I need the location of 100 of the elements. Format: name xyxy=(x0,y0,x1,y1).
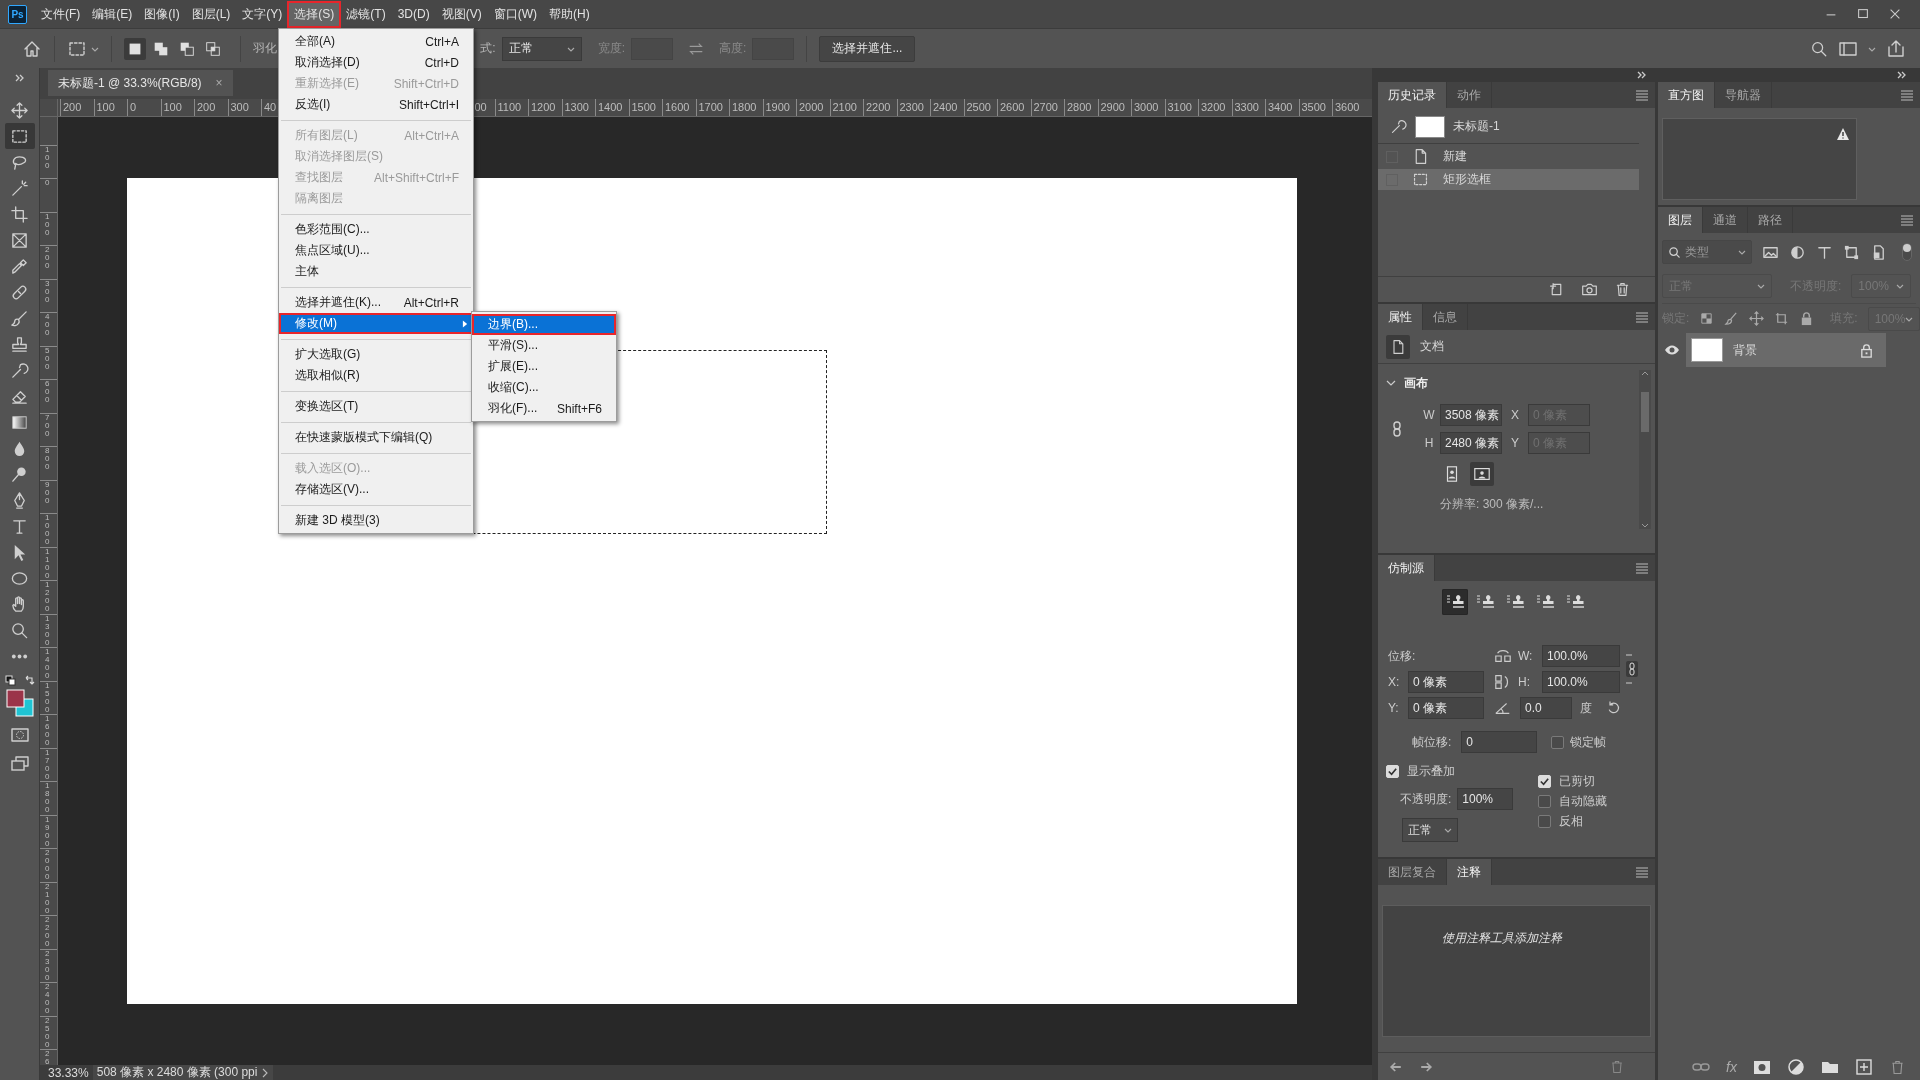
marquee-icon[interactable] xyxy=(4,123,35,149)
checkbox[interactable] xyxy=(1538,815,1551,828)
filter-toggle[interactable] xyxy=(1902,243,1912,261)
landscape-icon[interactable] xyxy=(1470,462,1494,486)
panel-tab[interactable]: 信息 xyxy=(1423,304,1468,330)
menu-bar-item[interactable]: 帮助(H) xyxy=(544,2,595,26)
new-selection-icon[interactable] xyxy=(124,37,146,60)
menu-bar-item[interactable]: 图像(I) xyxy=(139,2,185,26)
swap-colors-icon[interactable] xyxy=(23,675,35,686)
panel-tab[interactable]: 仿制源 xyxy=(1378,555,1435,581)
flip-horizontal-icon[interactable] xyxy=(1494,647,1512,665)
history-step[interactable]: 新建 xyxy=(1378,146,1639,167)
panel-menu-icon[interactable] xyxy=(1900,213,1914,227)
scale-height-field[interactable]: 100.0% xyxy=(1542,671,1620,693)
adjustment-filter-icon[interactable] xyxy=(1789,243,1806,261)
panel-menu-icon[interactable] xyxy=(1900,88,1914,102)
menu-item[interactable]: 新建 3D 模型(3) xyxy=(279,510,473,531)
move-icon[interactable] xyxy=(1749,311,1765,326)
panel-tab[interactable]: 动作 xyxy=(1447,82,1492,108)
close-icon[interactable] xyxy=(1888,7,1902,21)
collapse-icon[interactable] xyxy=(1637,70,1647,80)
panel-tab[interactable]: 导航器 xyxy=(1715,82,1772,108)
shape-filter-icon[interactable] xyxy=(1843,243,1860,261)
lock-pixels-icon[interactable] xyxy=(1699,311,1715,326)
menu-bar-item[interactable]: 文字(Y) xyxy=(237,2,288,26)
scrollbar[interactable] xyxy=(1639,370,1651,529)
menu-item[interactable]: 收缩(C)... xyxy=(472,377,616,398)
menu-item[interactable]: 平滑(S)... xyxy=(472,335,616,356)
select-and-mask-button[interactable]: 选择并遮住... xyxy=(819,35,916,62)
menu-bar-item[interactable]: 选择(S) xyxy=(289,2,340,26)
menu-item[interactable]: 羽化(F)... Shift+F6 xyxy=(472,398,616,419)
menu-bar-item[interactable]: 窗口(W) xyxy=(488,2,542,26)
collapse-icon[interactable] xyxy=(14,73,25,83)
menu-item[interactable]: 选取相似(R) xyxy=(279,365,473,386)
share-icon[interactable] xyxy=(1886,38,1906,59)
menu-bar-item[interactable]: 视图(V) xyxy=(436,2,487,26)
menu-item[interactable]: 扩展(E)... xyxy=(472,356,616,377)
menu-bar-item[interactable]: 图层(L) xyxy=(186,2,236,26)
app-logo[interactable]: Ps xyxy=(8,4,27,24)
chevron-icon[interactable] xyxy=(1386,378,1396,388)
checkbox[interactable] xyxy=(1551,735,1565,749)
opacity-field[interactable]: 100% xyxy=(1457,788,1514,810)
panel-tab[interactable]: 图层 xyxy=(1658,207,1703,233)
snapshot-label[interactable]: 未标题-1 xyxy=(1453,118,1500,135)
menu-bar-item[interactable]: 编辑(E) xyxy=(87,2,138,26)
panel-menu-icon[interactable] xyxy=(1635,561,1649,575)
history-brush-icon[interactable] xyxy=(1390,118,1407,135)
layer-row[interactable]: 背景 xyxy=(1686,333,1886,367)
checkbox[interactable] xyxy=(1538,795,1551,808)
panel-tab[interactable]: 路径 xyxy=(1748,207,1793,233)
document-info[interactable]: 508 像素 x 2480 像素 (300 ppi xyxy=(92,1065,274,1080)
canvas-size-field[interactable]: 2480 像素 xyxy=(1440,432,1502,454)
menu-item[interactable]: 主体 xyxy=(279,261,473,282)
camera-icon[interactable] xyxy=(1581,281,1598,298)
offset-y-field[interactable]: 0 像素 xyxy=(1408,697,1484,719)
menu-item[interactable]: 在快速蒙版模式下编辑(Q) xyxy=(279,427,473,448)
menu-item[interactable]: 选择并遮住(K)... Alt+Ctrl+R xyxy=(279,292,473,313)
blend-mode-dropdown[interactable]: 正常 xyxy=(1402,818,1458,842)
trash-icon[interactable] xyxy=(1889,1058,1906,1076)
warning-icon[interactable] xyxy=(1836,127,1850,141)
link-icon[interactable] xyxy=(1624,653,1640,685)
adjustment-layer-icon[interactable] xyxy=(1787,1058,1805,1076)
style-dropdown[interactable]: 正常 xyxy=(501,36,582,61)
menu-item[interactable]: 边界(B)... xyxy=(472,314,616,335)
menu-item[interactable]: 焦点区域(U)... xyxy=(279,240,473,261)
menu-bar-item[interactable]: 滤镜(T) xyxy=(341,2,391,26)
quick-mask-icon[interactable] xyxy=(9,725,30,745)
screen-mode-icon[interactable] xyxy=(9,753,30,773)
section-title[interactable]: 画布 xyxy=(1404,374,1428,392)
scroll-thumb[interactable] xyxy=(1641,392,1649,432)
scale-width-field[interactable]: 100.0% xyxy=(1542,645,1620,667)
canvas-size-field[interactable]: 3508 像素 xyxy=(1440,404,1502,426)
panel-menu-icon[interactable] xyxy=(1635,865,1649,879)
artboard-icon[interactable] xyxy=(1774,311,1790,326)
new-layer-icon[interactable] xyxy=(1855,1058,1873,1076)
menu-item[interactable]: 存储选区(V)... xyxy=(279,479,473,500)
angle-field[interactable]: 0.0 xyxy=(1520,697,1572,719)
menu-bar-item[interactable]: 文件(F) xyxy=(36,2,86,26)
menu-item[interactable]: 全部(A) Ctrl+A xyxy=(279,31,473,52)
snapshot-thumbnail[interactable] xyxy=(1415,115,1445,138)
menu-item[interactable]: 扩大选取(G) xyxy=(279,344,473,365)
search-icon[interactable] xyxy=(1810,39,1828,58)
color-swatches[interactable] xyxy=(5,689,34,717)
panel-menu-icon[interactable] xyxy=(1635,88,1649,102)
default-colors-icon[interactable] xyxy=(4,675,16,686)
maximize-icon[interactable] xyxy=(1856,7,1870,21)
menu-item[interactable]: 修改(M) xyxy=(279,313,473,334)
panel-tab[interactable]: 通道 xyxy=(1703,207,1748,233)
lock-icon[interactable] xyxy=(1859,342,1874,358)
reset-icon[interactable] xyxy=(1606,700,1622,716)
clone-source-stamp-icon[interactable] xyxy=(1442,589,1468,615)
trash-icon[interactable] xyxy=(1614,281,1631,298)
panel-menu-icon[interactable] xyxy=(1635,310,1649,324)
layer-mask-icon[interactable] xyxy=(1753,1058,1771,1076)
menu-bar-item[interactable]: 3D(D) xyxy=(392,4,435,24)
panel-tab[interactable]: 直方图 xyxy=(1658,82,1715,108)
history-step[interactable]: 矩形选框 xyxy=(1378,169,1639,190)
offset-x-field[interactable]: 0 像素 xyxy=(1408,671,1484,693)
collapse-icon[interactable] xyxy=(1897,70,1907,80)
menu-item[interactable]: 取消选择(D) Ctrl+D xyxy=(279,52,473,73)
